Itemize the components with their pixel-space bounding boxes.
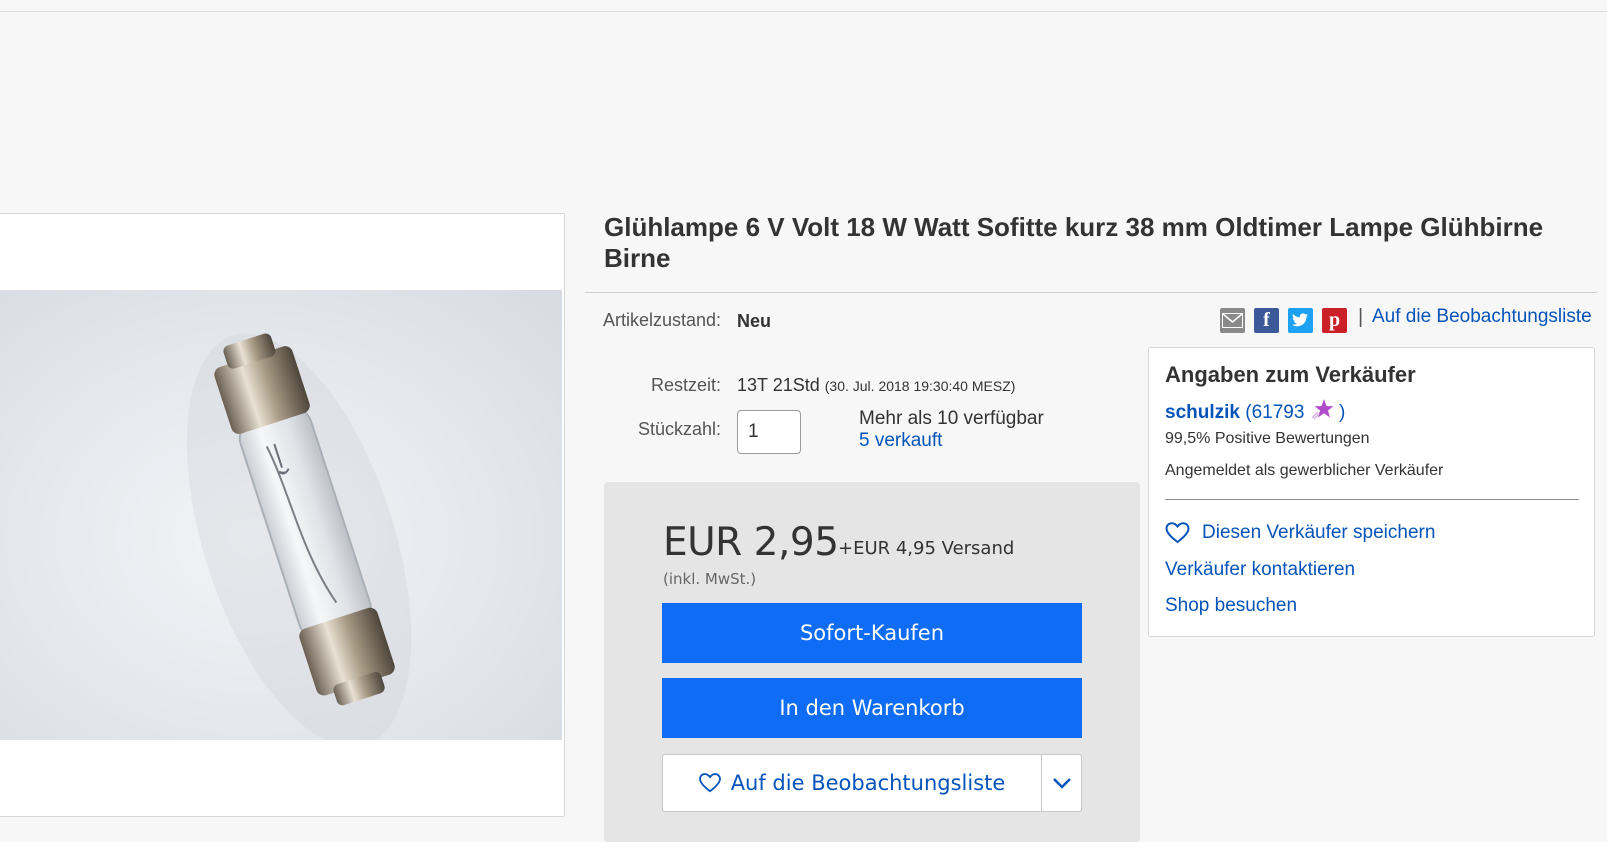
availability-text: Mehr als 10 verfügbar <box>859 408 1044 429</box>
seller-registration: Angemeldet als gewerblicher Verkäufer <box>1165 462 1444 479</box>
email-icon[interactable] <box>1220 307 1245 333</box>
light-bulb-image <box>186 333 412 740</box>
feedback-score[interactable]: (61793 <box>1245 402 1304 423</box>
seller-info-card: Angaben zum Verkäufer schulzik (61793 ) … <box>1148 347 1595 637</box>
star-icon <box>1310 398 1334 426</box>
twitter-icon[interactable] <box>1288 307 1313 333</box>
facebook-icon[interactable]: f <box>1254 307 1279 333</box>
condition-label: Artikelzustand: <box>603 310 722 330</box>
price: EUR 2,95 <box>663 520 839 565</box>
seller-divider <box>1165 499 1579 500</box>
seller-heading: Angaben zum Verkäufer <box>1165 362 1416 387</box>
seller-name-row: schulzik (61793 ) <box>1165 398 1345 426</box>
watchlist-button-label: Auf die Beobachtungsliste <box>730 771 1006 795</box>
title-divider <box>585 292 1597 293</box>
time-left-duration: 13T 21Std <box>737 375 820 395</box>
shipping-cost: +EUR 4,95 Versand <box>838 538 1015 559</box>
vat-note: (inkl. MwSt.) <box>663 570 757 588</box>
time-left-label: Restzeit: <box>650 375 721 395</box>
contact-seller-link[interactable]: Verkäufer kontaktieren <box>1165 559 1355 581</box>
product-image-card[interactable] <box>0 213 565 817</box>
sold-count-link[interactable]: 5 verkauft <box>859 430 942 452</box>
add-to-watchlist-button[interactable]: Auf die Beobachtungsliste <box>663 755 1041 811</box>
watchlist-link[interactable]: Auf die Beobachtungsliste <box>1372 306 1592 328</box>
positive-feedback: 99,5% Positive Bewertungen <box>1165 430 1370 447</box>
visit-shop-link[interactable]: Shop besuchen <box>1165 595 1297 617</box>
heart-icon <box>698 773 721 793</box>
quantity-label: Stückzahl: <box>637 419 721 439</box>
top-divider <box>0 0 1607 12</box>
feedback-close: ) <box>1339 402 1346 423</box>
quantity-input[interactable] <box>737 410 801 454</box>
save-seller-link[interactable]: Diesen Verkäufer speichern <box>1165 522 1435 544</box>
product-title: Glühlampe 6 V Volt 18 W Watt Sofitte kur… <box>604 212 1544 273</box>
buy-now-button[interactable]: Sofort-Kaufen <box>662 603 1082 663</box>
auction-end-date: (30. Jul. 2018 19:30:40 MESZ) <box>824 378 1016 394</box>
seller-name-link[interactable]: schulzik <box>1165 402 1240 423</box>
pinterest-icon[interactable]: p <box>1322 307 1347 333</box>
chevron-down-icon[interactable] <box>1042 755 1081 811</box>
add-to-cart-button[interactable]: In den Warenkorb <box>662 678 1082 738</box>
heart-icon <box>1165 522 1190 544</box>
save-seller-label: Diesen Verkäufer speichern <box>1202 522 1436 543</box>
time-left-value: 13T 21Std (30. Jul. 2018 19:30:40 MESZ) <box>737 373 1015 398</box>
condition-value: Neu <box>737 311 772 331</box>
product-photo[interactable] <box>0 290 562 740</box>
share-row: f p <box>1220 307 1347 333</box>
share-separator: | <box>1358 306 1364 328</box>
watchlist-button-group: Auf die Beobachtungsliste <box>662 754 1082 812</box>
